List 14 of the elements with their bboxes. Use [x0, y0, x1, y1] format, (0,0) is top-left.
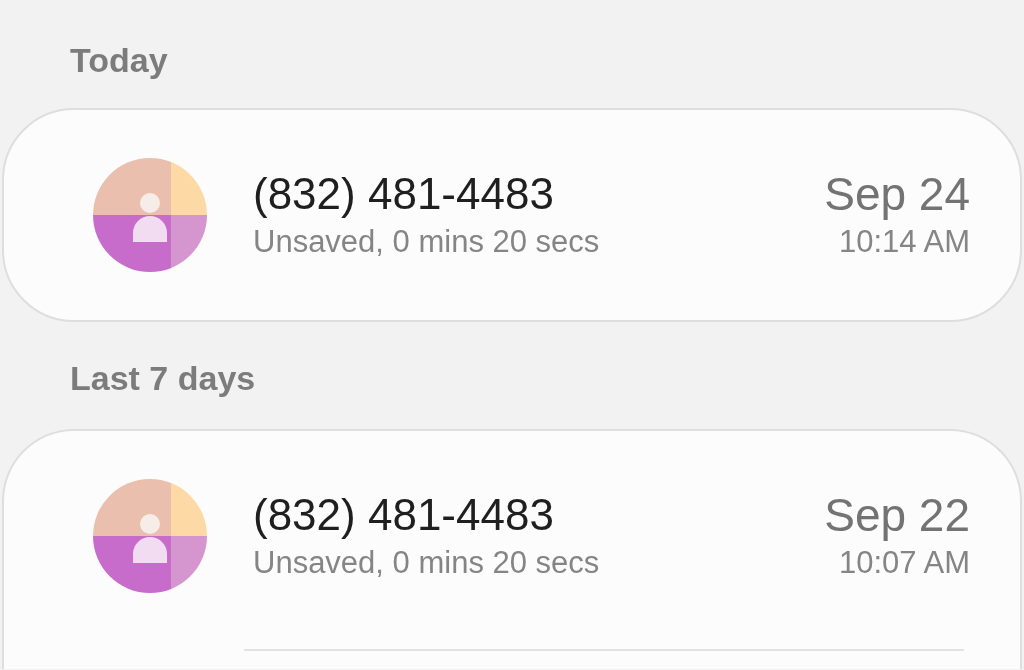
call-detail: Unsaved, 0 mins 20 secs — [253, 544, 601, 582]
section-header: Last 7 days — [70, 358, 257, 399]
call-log-item[interactable]: (832) 481-4483 Unsaved, 0 mins 20 secs Sep 24 10:14 AM — [4, 110, 1020, 272]
contact-avatar-icon — [93, 479, 207, 593]
call-time: 10:14 AM — [838, 223, 970, 261]
call-date: Sep 24 — [824, 168, 970, 220]
call-time: 10:07 AM — [838, 544, 970, 582]
phone-number: (832) 481-4483 — [253, 168, 555, 220]
contact-avatar-icon — [93, 158, 207, 272]
call-detail: Unsaved, 0 mins 20 secs — [253, 223, 601, 261]
call-log-item[interactable]: (832) 481-4483 Unsaved, 0 mins 20 secs Sep 22 10:07 AM — [4, 431, 1020, 593]
call-date: Sep 22 — [824, 489, 970, 541]
phone-number: (832) 481-4483 — [253, 489, 555, 541]
section-header: Today — [70, 40, 169, 81]
